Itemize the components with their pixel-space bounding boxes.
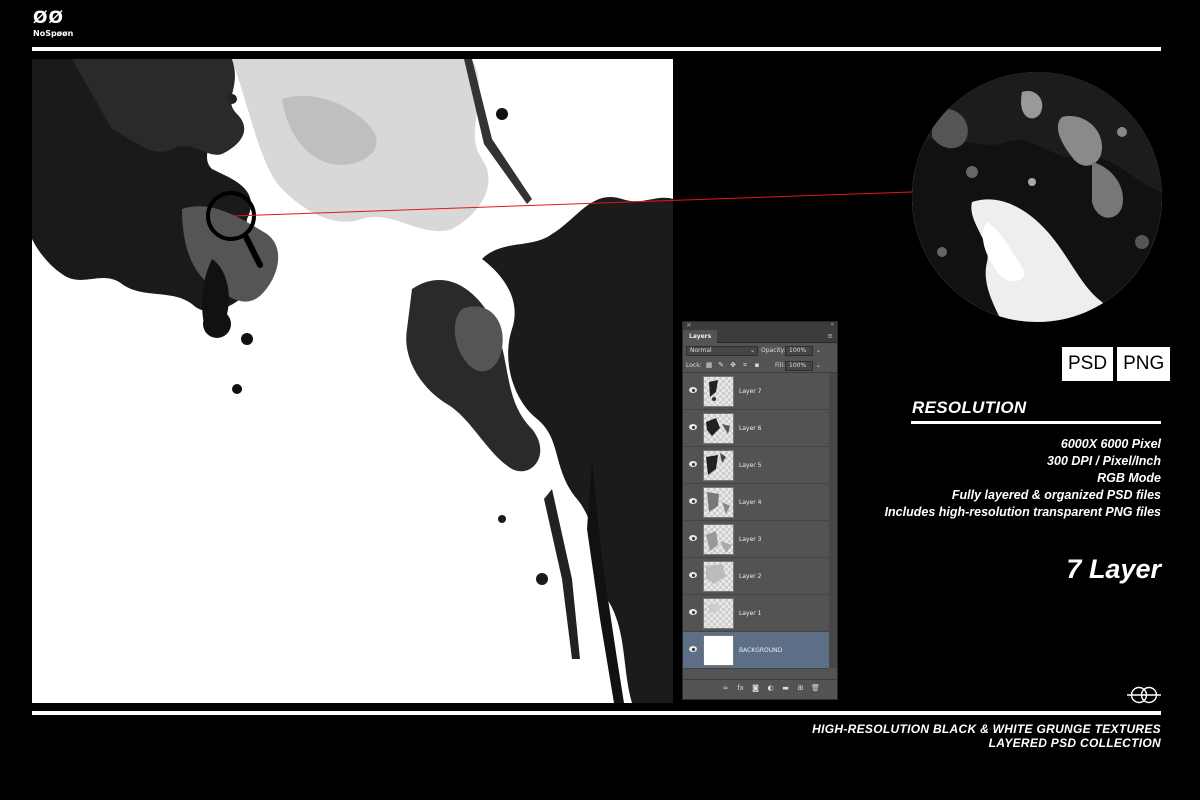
visibility-eye-icon[interactable] — [689, 609, 697, 615]
layer-row-4[interactable]: Layer 4 — [683, 484, 829, 521]
fill-value: 100% — [789, 362, 807, 369]
visibility-eye-icon[interactable] — [689, 424, 697, 430]
zoomed-texture — [912, 72, 1162, 322]
link-icon[interactable]: ∞ — [721, 684, 730, 693]
tagline-line: LAYERED PSD COLLECTION — [988, 736, 1161, 750]
collapse-icon[interactable]: « — [830, 321, 834, 328]
layer-thumbnail — [703, 487, 734, 518]
resolution-divider — [911, 421, 1161, 424]
resolution-title: RESOLUTION — [912, 398, 1027, 417]
blend-row: Normal ⌄ Opacity: 100% ⌄ — [683, 343, 837, 358]
spec-item: 300 DPI / Pixel/Inch — [1047, 454, 1161, 468]
spec-item: 6000X 6000 Pixel — [1060, 437, 1161, 451]
layer-thumbnail — [703, 376, 734, 407]
visibility-eye-icon[interactable] — [689, 535, 697, 541]
close-icon[interactable]: × — [686, 321, 692, 329]
visibility-eye-icon[interactable] — [689, 461, 697, 467]
trash-icon[interactable]: 🗑 — [811, 684, 820, 693]
top-divider — [32, 47, 1161, 51]
folder-icon[interactable]: ▬ — [781, 684, 790, 693]
visibility-eye-icon[interactable] — [689, 646, 697, 652]
layers-panel: × « Layers ≡ Normal ⌄ Opacity: 100% ⌄ Lo… — [682, 321, 838, 700]
bottom-divider — [32, 711, 1161, 715]
fx-icon[interactable]: fx — [736, 684, 745, 693]
panel-titlebar: × « — [683, 321, 837, 330]
panel-menu-icon[interactable]: ≡ — [827, 332, 833, 340]
spec-item: Fully layered & organized PSD files — [951, 488, 1161, 502]
layer-thumbnail — [703, 561, 734, 592]
fill-chevron-icon[interactable]: ⌄ — [816, 361, 821, 371]
layer-row-1[interactable]: Layer 1 — [683, 595, 829, 632]
layer-row-6[interactable]: Layer 6 — [683, 410, 829, 447]
layer-name: Layer 4 — [739, 499, 762, 506]
spec-item: Includes high-resolution transparent PNG… — [884, 505, 1161, 519]
tagline-line: HIGH-RESOLUTION BLACK & WHITE GRUNGE TEX… — [812, 722, 1161, 736]
panel-footer: ∞ fx ◙ ◐ ▬ ⊞ 🗑 — [683, 679, 837, 699]
layer-row-5[interactable]: Layer 5 — [683, 447, 829, 484]
new-layer-icon[interactable]: ⊞ — [796, 684, 805, 693]
lock-artboard-icon[interactable]: ⌗ — [741, 361, 749, 369]
layer-name: BACKGROUND — [739, 647, 783, 654]
adjustment-icon[interactable]: ◐ — [766, 684, 775, 693]
layer-count: 7 Layer — [1066, 554, 1161, 584]
zoom-detail-circle — [912, 72, 1162, 322]
layer-name: Layer 1 — [739, 610, 762, 617]
lock-row: Lock: ▦ ✎ ✥ ⌗ ▪ Fill: 100% ⌄ — [683, 358, 837, 373]
opacity-value: 100% — [789, 347, 807, 354]
layer-row-7[interactable]: Layer 7 — [683, 373, 829, 410]
visibility-eye-icon[interactable] — [689, 498, 697, 504]
layer-list: Layer 7 Layer 6 Layer 5 Layer 4 Layer 3 … — [683, 373, 837, 669]
panel-tabs: Layers ≡ — [683, 330, 837, 343]
lock-position-icon[interactable]: ✥ — [729, 361, 737, 369]
lock-paint-icon[interactable]: ✎ — [717, 361, 725, 369]
layer-thumbnail — [703, 413, 734, 444]
brand-mark: ØØ — [33, 8, 64, 28]
tab-layers[interactable]: Layers — [683, 330, 718, 343]
visibility-eye-icon[interactable] — [689, 387, 697, 393]
layer-thumbnail — [703, 598, 734, 629]
layer-name: Layer 5 — [739, 462, 762, 469]
texture-preview — [32, 59, 673, 703]
fill-label: Fill: — [775, 362, 786, 369]
spec-item: RGB Mode — [1097, 471, 1161, 485]
opacity-label: Opacity: — [761, 347, 786, 354]
format-badge-psd: PSD — [1062, 347, 1114, 381]
layer-row-3[interactable]: Layer 3 — [683, 521, 829, 558]
brand-logo: ØØ NoSpøøn — [33, 10, 73, 38]
layer-thumbnail — [703, 635, 734, 666]
brand-name: NoSpøøn — [33, 29, 74, 38]
layer-row-background[interactable]: BACKGROUND — [683, 632, 829, 669]
blend-mode-select[interactable]: Normal ⌄ — [686, 346, 758, 356]
layer-name: Layer 6 — [739, 425, 762, 432]
layer-row-2[interactable]: Layer 2 — [683, 558, 829, 595]
layers-scrollbar[interactable] — [829, 373, 837, 668]
layer-name: Layer 2 — [739, 573, 762, 580]
opacity-input[interactable]: 100% — [785, 346, 813, 356]
brand-symbol-icon — [1127, 686, 1161, 704]
chevron-down-icon: ⌄ — [749, 347, 755, 354]
layer-thumbnail — [703, 450, 734, 481]
format-badges: PSD PNG — [1062, 347, 1171, 381]
layer-name: Layer 7 — [739, 388, 762, 395]
layer-thumbnail — [703, 524, 734, 555]
tagline: HIGH-RESOLUTION BLACK & WHITE GRUNGE TEX… — [812, 722, 1161, 750]
lock-transparent-icon[interactable]: ▦ — [705, 361, 713, 369]
blend-mode-value: Normal — [690, 347, 712, 354]
lock-label: Lock: — [686, 362, 702, 369]
layer-name: Layer 3 — [739, 536, 762, 543]
opacity-chevron-icon[interactable]: ⌄ — [816, 346, 821, 356]
visibility-eye-icon[interactable] — [689, 572, 697, 578]
grunge-texture-image — [32, 59, 673, 703]
format-badge-png: PNG — [1117, 347, 1171, 381]
mask-icon[interactable]: ◙ — [751, 684, 760, 693]
spec-list: 6000X 6000 Pixel 300 DPI / Pixel/Inch RG… — [885, 436, 1161, 521]
fill-input[interactable]: 100% — [785, 361, 813, 371]
lock-all-icon[interactable]: ▪ — [753, 361, 761, 369]
